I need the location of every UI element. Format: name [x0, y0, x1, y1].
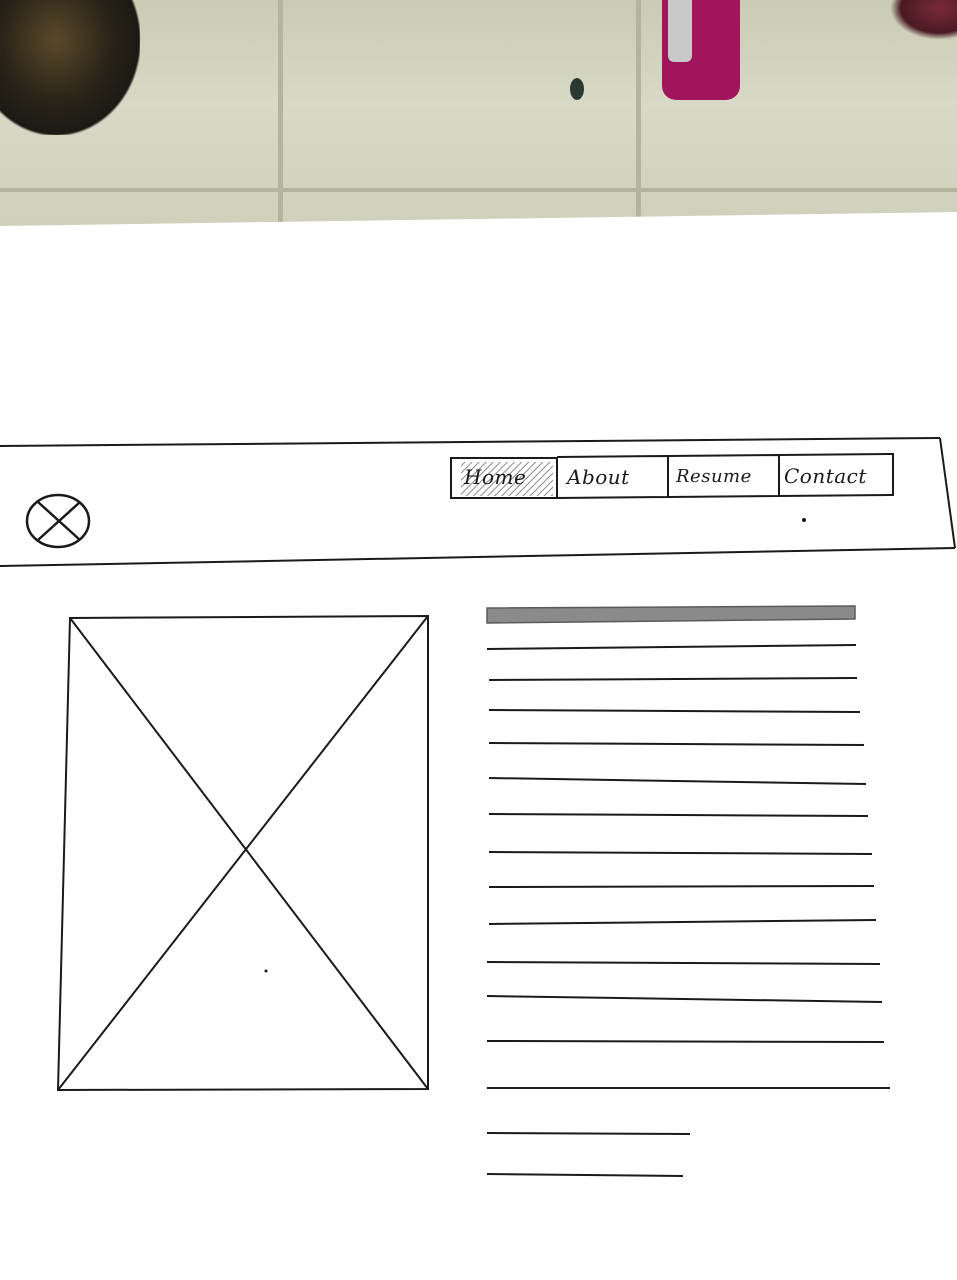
text-line [486, 644, 857, 650]
pencil-dot [802, 518, 806, 522]
nav-item-contact[interactable]: Contact [784, 464, 867, 488]
image-placeholder-icon [56, 614, 429, 1092]
text-line [488, 885, 875, 888]
text-line [488, 742, 865, 746]
text-line [488, 813, 869, 817]
circle-x-logo-icon[interactable] [25, 493, 91, 549]
nav-item-home[interactable]: Home [464, 465, 526, 489]
header-top-line [0, 437, 941, 447]
wireframe-sketch [0, 437, 956, 1177]
text-line [488, 851, 873, 855]
text-line [486, 1040, 885, 1043]
text-line [488, 677, 858, 681]
text-line [488, 709, 861, 713]
header-right-edge [939, 437, 956, 549]
text-line [486, 995, 883, 1003]
nav-item-resume[interactable]: Resume [676, 466, 752, 487]
text-line [486, 1173, 684, 1177]
heading-bar [486, 605, 856, 624]
nav-item-about[interactable]: About [567, 465, 630, 489]
text-line [486, 1132, 691, 1135]
header-bottom-line [0, 547, 956, 567]
text-line [488, 777, 867, 785]
text-block [486, 605, 890, 1177]
text-line [488, 919, 877, 925]
text-line [486, 961, 881, 965]
pencil-dot [264, 969, 268, 973]
